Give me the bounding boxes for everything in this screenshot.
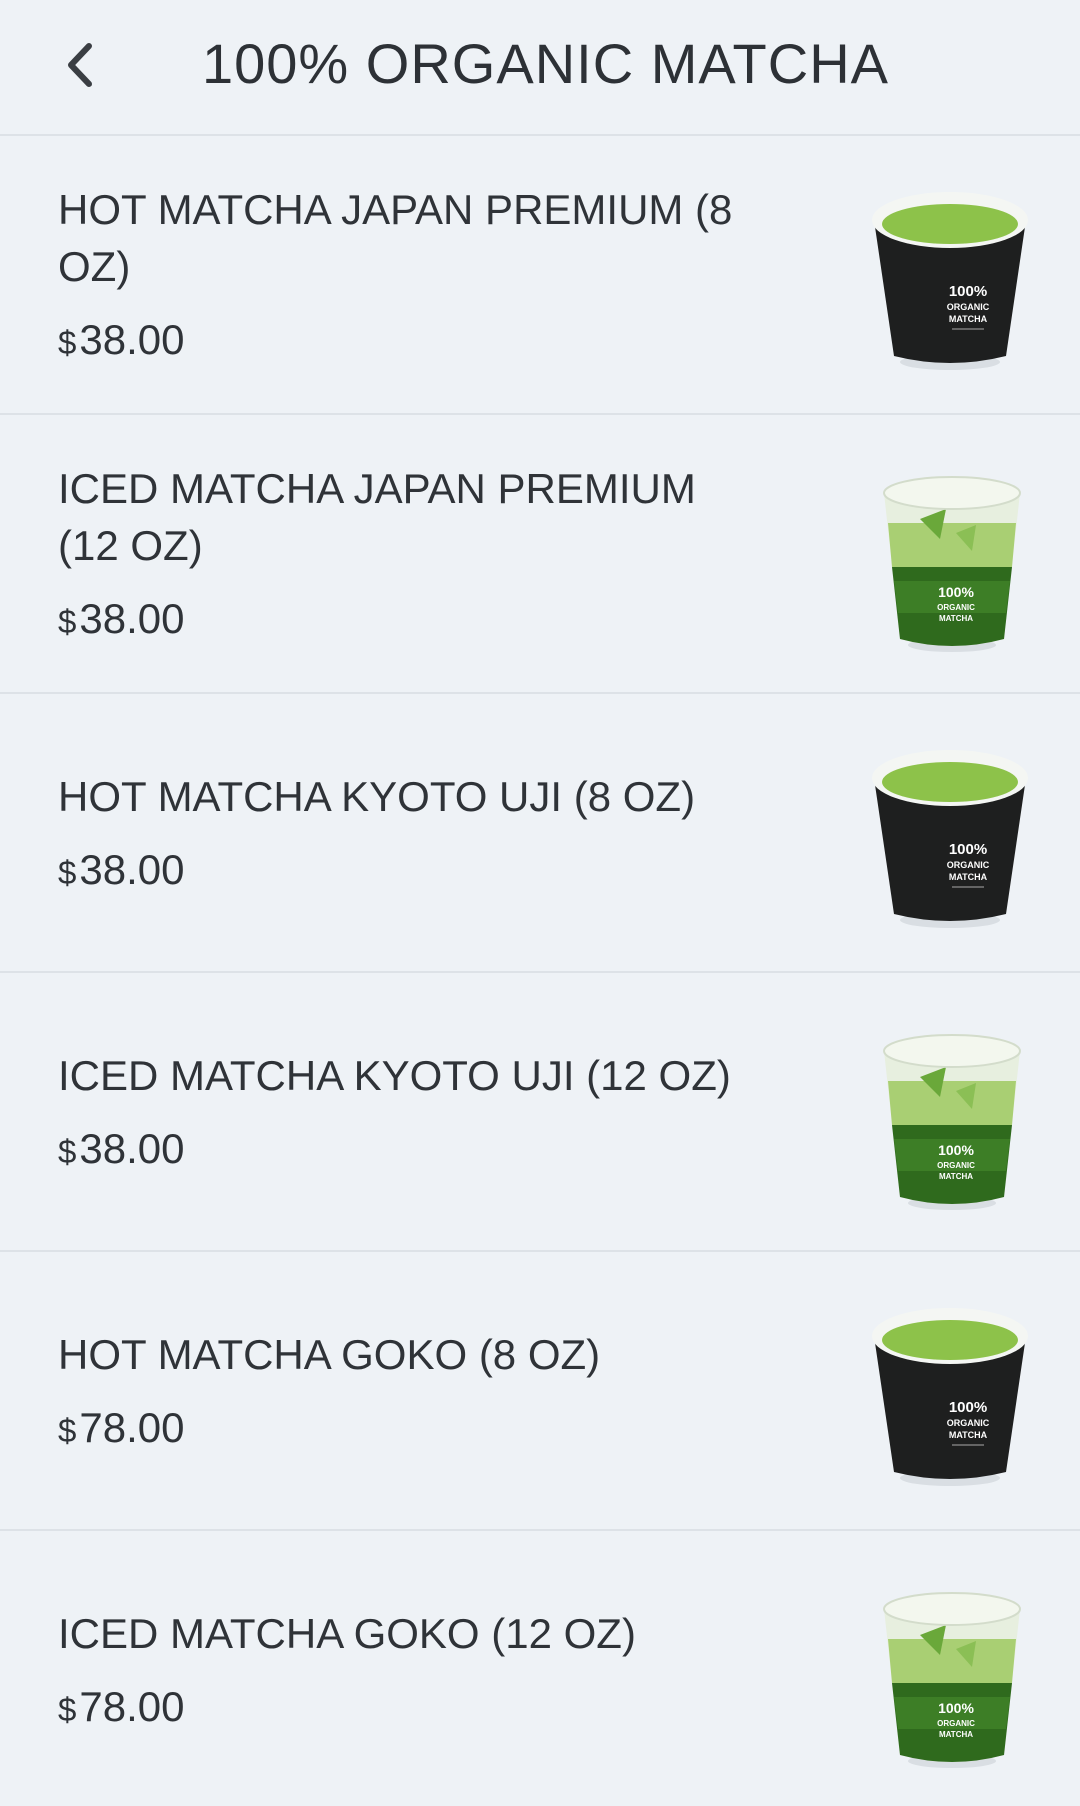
price-value: 38.00 xyxy=(79,316,185,363)
product-name: HOT MATCHA KYOTO UJI (8 OZ) xyxy=(58,772,696,820)
product-item[interactable]: ICED MATCHA JAPAN PREMIUM (12 OZ) $38.00… xyxy=(0,415,1080,694)
svg-text:MATCHA: MATCHA xyxy=(949,314,988,324)
product-price: $38.00 xyxy=(58,845,750,898)
svg-text:100%: 100% xyxy=(949,1399,987,1416)
product-item[interactable]: HOT MATCHA KYOTO UJI (8 OZ) $38.00 100% … xyxy=(0,694,1080,973)
price-value: 38.00 xyxy=(79,845,185,893)
svg-text:MATCHA: MATCHA xyxy=(949,872,988,882)
currency-symbol: $ xyxy=(58,1690,77,1728)
product-name: ICED MATCHA JAPAN PREMIUM (12 OZ) xyxy=(58,465,696,569)
svg-text:MATCHA: MATCHA xyxy=(939,1172,973,1181)
product-price: $78.00 xyxy=(58,1403,750,1456)
svg-text:ORGANIC: ORGANIC xyxy=(947,1418,990,1428)
product-price: $78.00 xyxy=(58,1682,750,1735)
currency-symbol: $ xyxy=(58,324,77,361)
svg-text:ORGANIC: ORGANIC xyxy=(947,302,990,312)
product-price: $38.00 xyxy=(58,315,750,368)
svg-text:100%: 100% xyxy=(938,1142,974,1158)
hot-matcha-cup-image: 100% ORGANIC MATCHA xyxy=(860,742,1040,932)
iced-matcha-cup-image: 100% ORGANIC MATCHA xyxy=(860,463,1040,653)
svg-text:ORGANIC: ORGANIC xyxy=(947,860,990,870)
product-info: HOT MATCHA KYOTO UJI (8 OZ) $38.00 xyxy=(58,694,750,971)
product-item[interactable]: ICED MATCHA KYOTO UJI (12 OZ) $38.00 100… xyxy=(0,973,1080,1252)
price-value: 78.00 xyxy=(79,1403,185,1451)
hot-matcha-cup-image: 100% ORGANIC MATCHA xyxy=(860,1300,1040,1490)
iced-matcha-cup-image: 100% ORGANIC MATCHA xyxy=(860,1579,1040,1769)
svg-text:100%: 100% xyxy=(938,584,974,600)
product-name: HOT MATCHA JAPAN PREMIUM (8 OZ) xyxy=(58,186,733,290)
product-list: HOT MATCHA JAPAN PREMIUM (8 OZ) $38.00 1… xyxy=(0,136,1080,1806)
product-info: ICED MATCHA JAPAN PREMIUM (12 OZ) $38.00 xyxy=(58,415,750,692)
currency-symbol: $ xyxy=(58,853,77,891)
price-value: 38.00 xyxy=(79,595,185,642)
product-name: ICED MATCHA KYOTO UJI (12 OZ) xyxy=(58,1051,731,1099)
svg-text:MATCHA: MATCHA xyxy=(949,1430,988,1440)
app-header: 100% ORGANIC MATCHA xyxy=(0,0,1080,136)
product-item[interactable]: HOT MATCHA GOKO (8 OZ) $78.00 100% ORGAN… xyxy=(0,1252,1080,1531)
svg-text:MATCHA: MATCHA xyxy=(939,1730,973,1739)
product-item[interactable]: ICED MATCHA GOKO (12 OZ) $78.00 100% ORG… xyxy=(0,1531,1080,1806)
svg-text:100%: 100% xyxy=(938,1700,974,1716)
svg-text:100%: 100% xyxy=(949,283,987,300)
currency-symbol: $ xyxy=(58,1411,77,1449)
svg-text:ORGANIC: ORGANIC xyxy=(937,1719,975,1728)
page-title: 100% ORGANIC MATCHA xyxy=(202,32,889,95)
svg-text:ORGANIC: ORGANIC xyxy=(937,1161,975,1170)
product-name: HOT MATCHA GOKO (8 OZ) xyxy=(58,1330,601,1378)
price-value: 78.00 xyxy=(79,1682,185,1730)
svg-text:ORGANIC: ORGANIC xyxy=(937,603,975,612)
svg-text:100%: 100% xyxy=(949,841,987,858)
price-value: 38.00 xyxy=(79,1124,185,1172)
svg-text:MATCHA: MATCHA xyxy=(939,614,973,623)
product-price: $38.00 xyxy=(58,594,750,647)
hot-matcha-cup-image: 100% ORGANIC MATCHA xyxy=(860,184,1040,374)
product-price: $38.00 xyxy=(58,1124,750,1177)
product-info: HOT MATCHA JAPAN PREMIUM (8 OZ) $38.00 xyxy=(58,136,750,413)
product-info: HOT MATCHA GOKO (8 OZ) $78.00 xyxy=(58,1252,750,1529)
product-info: ICED MATCHA KYOTO UJI (12 OZ) $38.00 xyxy=(58,973,750,1250)
chevron-left-icon xyxy=(68,43,92,87)
product-name: ICED MATCHA GOKO (12 OZ) xyxy=(58,1609,636,1657)
product-info: ICED MATCHA GOKO (12 OZ) $78.00 xyxy=(58,1531,750,1806)
back-button[interactable] xyxy=(44,30,114,100)
currency-symbol: $ xyxy=(58,1132,77,1170)
product-item[interactable]: HOT MATCHA JAPAN PREMIUM (8 OZ) $38.00 1… xyxy=(0,136,1080,415)
iced-matcha-cup-image: 100% ORGANIC MATCHA xyxy=(860,1021,1040,1211)
currency-symbol: $ xyxy=(58,603,77,640)
